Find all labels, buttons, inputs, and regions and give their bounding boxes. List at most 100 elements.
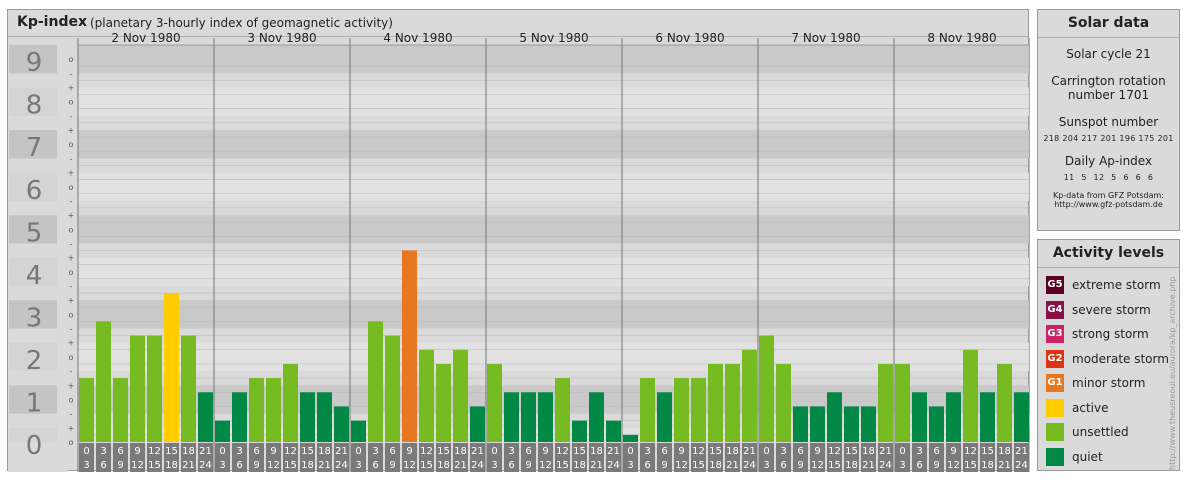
hour-start-label: 12 xyxy=(148,446,161,457)
credit-line-2: http://www.gfz-potsdam.de xyxy=(1054,200,1163,209)
kp-bar xyxy=(674,378,689,442)
hour-start-label: 21 xyxy=(199,446,212,457)
minor-tick-label: + xyxy=(68,169,75,178)
minor-tick-label: + xyxy=(68,424,75,433)
credit-line-1: Kp-data from GFZ Potsdam: xyxy=(1053,191,1164,200)
hour-start-label: 0 xyxy=(491,446,497,457)
kp-band-7 xyxy=(78,130,1030,159)
hour-end-label: 6 xyxy=(644,460,650,471)
hour-end-label: 9 xyxy=(661,460,667,471)
hour-end-label: 21 xyxy=(454,460,467,471)
hour-end-label: 21 xyxy=(998,460,1011,471)
hour-start-label: 9 xyxy=(270,446,276,457)
kp-bar xyxy=(793,406,808,442)
kp-bar xyxy=(980,392,995,442)
hour-start-label: 12 xyxy=(964,446,977,457)
hour-start-label: 3 xyxy=(372,446,378,457)
hour-end-label: 6 xyxy=(372,460,378,471)
hour-end-label: 18 xyxy=(845,460,858,471)
kp-bar xyxy=(691,378,706,442)
sunspot-title: Sunspot number xyxy=(1058,115,1159,129)
day-label: 7 Nov 1980 xyxy=(791,31,860,45)
kp-bar xyxy=(164,293,179,442)
carrington-line-2: number 1701 xyxy=(1067,88,1150,102)
hour-start-label: 18 xyxy=(590,446,603,457)
minor-tick-label: + xyxy=(68,254,75,263)
kp-bar xyxy=(776,363,791,442)
kp-bar xyxy=(861,406,876,442)
hour-start-label: 18 xyxy=(726,446,739,457)
kp-bar xyxy=(623,434,638,442)
kp-bar xyxy=(232,392,247,442)
kp-bar xyxy=(759,335,774,442)
minor-tick-label: o xyxy=(69,98,74,107)
hour-end-label: 3 xyxy=(355,460,361,471)
legend-label: unsettled xyxy=(1072,425,1129,439)
minor-tick-label: - xyxy=(70,282,73,291)
minor-tick-label: - xyxy=(70,410,73,419)
kp-bar xyxy=(368,321,383,442)
hour-end-label: 15 xyxy=(828,460,841,471)
hour-end-label: 18 xyxy=(437,460,450,471)
hour-start-label: 9 xyxy=(814,446,820,457)
hour-start-label: 15 xyxy=(437,446,450,457)
kp-bar xyxy=(895,363,910,442)
minor-tick-label: + xyxy=(68,84,75,93)
legend-swatch: G4 xyxy=(1046,300,1064,319)
hour-start-label: 12 xyxy=(420,446,433,457)
kp-bar xyxy=(300,392,315,442)
sunspot-values: 218 204 217 201 196 175 201 xyxy=(1043,134,1174,143)
kp-bar xyxy=(963,349,978,442)
hour-end-label: 9 xyxy=(389,460,395,471)
kp-bar xyxy=(453,349,468,442)
kp-bar xyxy=(504,392,519,442)
hour-end-label: 6 xyxy=(236,460,242,471)
kp-bar xyxy=(181,335,196,442)
y-tick-label: 1 xyxy=(26,388,43,418)
solar-data-title: Solar data xyxy=(1038,10,1179,38)
hour-start-label: 21 xyxy=(743,446,756,457)
hour-start-label: 0 xyxy=(899,446,905,457)
kp-bar xyxy=(997,363,1012,442)
hour-end-label: 3 xyxy=(83,460,89,471)
hour-end-label: 6 xyxy=(100,460,106,471)
minor-tick-label: o xyxy=(69,268,74,277)
hour-end-label: 21 xyxy=(590,460,603,471)
hour-start-label: 6 xyxy=(117,446,123,457)
y-tick-label: 8 xyxy=(26,91,43,121)
kp-bar xyxy=(827,392,842,442)
kp-band-4 xyxy=(78,257,1030,287)
hour-end-label: 24 xyxy=(607,460,620,471)
hour-start-label: 12 xyxy=(556,446,569,457)
day-label: 4 Nov 1980 xyxy=(383,31,452,45)
kp-band-9 xyxy=(78,45,1030,74)
kp-bar xyxy=(810,406,825,442)
solar-data-panel: Solar data Solar cycle 21 Carrington rot… xyxy=(1037,9,1180,231)
kp-bar xyxy=(912,392,927,442)
hour-end-label: 9 xyxy=(525,460,531,471)
hour-start-label: 0 xyxy=(355,446,361,457)
kp-chart: 0123456789o+o-+o-+o-+o-+o-+o-+o-+o-+o-2 … xyxy=(8,31,1030,472)
legend-swatch: G2 xyxy=(1046,349,1064,368)
hour-start-label: 3 xyxy=(916,446,922,457)
hour-start-label: 3 xyxy=(644,446,650,457)
hour-end-label: 21 xyxy=(862,460,875,471)
legend-label: strong storm xyxy=(1072,327,1149,341)
legend-label: quiet xyxy=(1072,449,1103,464)
hour-end-label: 12 xyxy=(539,460,552,471)
hour-start-label: 21 xyxy=(879,446,892,457)
hour-start-label: 18 xyxy=(182,446,195,457)
day-label: 2 Nov 1980 xyxy=(111,31,180,45)
hour-start-label: 9 xyxy=(134,446,140,457)
legend-swatch xyxy=(1046,398,1064,417)
kp-bar xyxy=(198,392,213,442)
hour-start-label: 0 xyxy=(219,446,225,457)
kp-bar xyxy=(725,363,740,442)
hour-end-label: 15 xyxy=(964,460,977,471)
minor-tick-label: + xyxy=(68,126,75,135)
watermark: http://www.theusreoui.eu/aurora/kp_archi… xyxy=(1168,276,1177,470)
hour-start-label: 0 xyxy=(763,446,769,457)
day-label: 5 Nov 1980 xyxy=(519,31,588,45)
legend-label: severe storm xyxy=(1072,302,1151,317)
kp-bar xyxy=(946,392,961,442)
